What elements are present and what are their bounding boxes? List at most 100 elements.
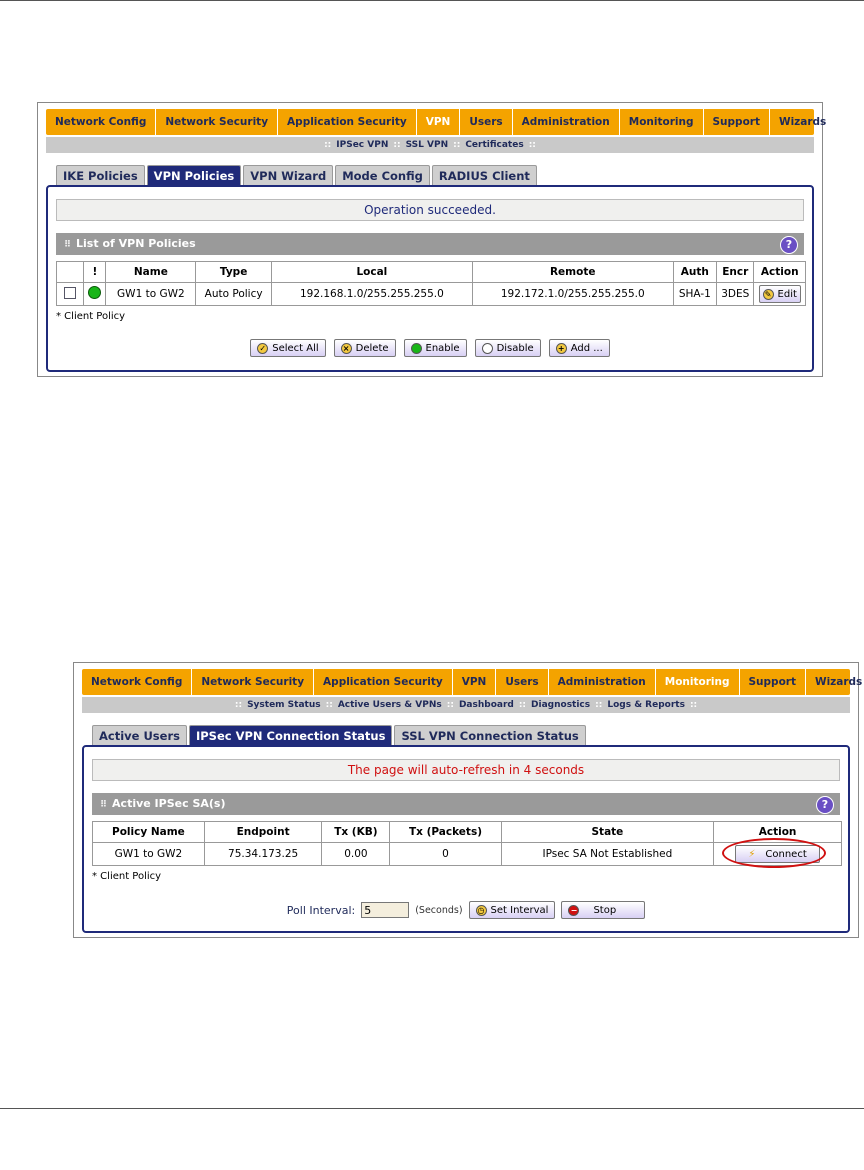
set-interval-label: Set Interval <box>490 904 549 916</box>
row-checkbox[interactable] <box>64 286 77 299</box>
delete-icon: × <box>340 342 352 354</box>
row-action-cell: ✎ Edit <box>753 282 806 306</box>
menu-network-config[interactable]: Network Config <box>46 109 157 135</box>
stop-icon: − <box>568 904 580 916</box>
menu-support[interactable]: Support <box>740 669 806 695</box>
col-status: ! <box>83 261 107 283</box>
col-local: Local <box>270 261 473 283</box>
menu-network-config[interactable]: Network Config <box>82 669 193 695</box>
menu-network-security[interactable]: Network Security <box>192 669 315 695</box>
auto-refresh-message: The page will auto-refresh in 4 seconds <box>92 759 840 781</box>
delete-label: Delete <box>355 342 389 354</box>
select-all-button[interactable]: ✓ Select All <box>250 339 326 357</box>
col-name: Name <box>105 261 197 283</box>
menu-application-security[interactable]: Application Security <box>314 669 453 695</box>
tab-bar: Active Users IPSec VPN Connection Status… <box>92 725 588 746</box>
enable-label: Enable <box>425 342 460 354</box>
set-interval-button[interactable]: ◷ Set Interval <box>468 901 556 919</box>
col-endpoint: Endpoint <box>203 821 323 843</box>
poll-interval-label: Poll Interval: <box>286 903 356 917</box>
menu-administration[interactable]: Administration <box>513 109 620 135</box>
edit-button-label: Edit <box>777 288 797 300</box>
submenu-ssl-vpn[interactable]: SSL VPN <box>406 140 449 150</box>
poll-interval-row: Poll Interval: 5 (Seconds) ◷ Set Interva… <box>84 901 848 919</box>
tab-radius-client[interactable]: RADIUS Client <box>431 165 537 186</box>
col-remote: Remote <box>471 261 674 283</box>
menu-wizards[interactable]: Wizards <box>770 109 835 135</box>
col-action: Action <box>753 261 806 283</box>
bottom-rule <box>0 1108 864 1109</box>
poll-interval-input[interactable]: 5 <box>361 902 410 918</box>
row-checkbox-cell <box>55 282 85 306</box>
edit-button[interactable]: ✎ Edit <box>758 285 801 303</box>
row-action-cell: ⚡ Connect <box>713 838 842 868</box>
menu-support[interactable]: Support <box>704 109 770 135</box>
seconds-unit-label: (Seconds) <box>415 904 463 916</box>
submenu-diagnostics[interactable]: Diagnostics <box>531 700 590 710</box>
client-policy-note: * Client Policy <box>56 311 126 322</box>
pencil-icon: ✎ <box>762 288 774 300</box>
menu-wizards[interactable]: Wizards <box>806 669 864 695</box>
submenu-active-users-vpns[interactable]: Active Users & VPNs <box>338 700 442 710</box>
status-message: Operation succeeded. <box>56 199 804 221</box>
col-auth: Auth <box>672 261 718 283</box>
submenu-dashboard[interactable]: Dashboard <box>459 700 514 710</box>
table-row: GW1 to GW2 75.34.173.25 0.00 0 IPsec SA … <box>92 838 842 868</box>
client-policy-note: * Client Policy <box>92 871 162 882</box>
main-menu: Network Config Network Security Applicat… <box>46 109 826 135</box>
table-header-row: ! Name Type Local Remote Auth Encr Actio… <box>55 261 806 283</box>
grip-icon: ⠿ <box>64 240 71 250</box>
menu-administration[interactable]: Administration <box>549 669 656 695</box>
row-status-cell <box>83 282 107 306</box>
check-icon: ✓ <box>257 342 269 354</box>
menu-users[interactable]: Users <box>460 109 513 135</box>
row-encr: 3DES <box>716 282 755 306</box>
clock-icon: ◷ <box>475 904 487 916</box>
stop-button[interactable]: − Stop <box>561 901 646 919</box>
row-remote: 192.172.1.0/255.255.255.0 <box>471 282 674 306</box>
menu-users[interactable]: Users <box>496 669 549 695</box>
vpn-policies-screenshot: Network Config Network Security Applicat… <box>37 102 826 377</box>
submenu-ipsec-vpn[interactable]: IPSec VPN <box>336 140 388 150</box>
enable-icon <box>410 342 422 354</box>
table-row: GW1 to GW2 Auto Policy 192.168.1.0/255.2… <box>55 282 806 306</box>
tab-mode-config[interactable]: Mode Config <box>335 165 430 186</box>
help-icon[interactable]: ? <box>816 796 834 814</box>
enabled-status-icon <box>88 286 102 299</box>
disable-icon <box>481 342 493 354</box>
submenu-system-status[interactable]: System Status <box>247 700 321 710</box>
col-select <box>55 261 85 283</box>
tab-ike-policies[interactable]: IKE Policies <box>56 165 145 186</box>
row-auth: SHA-1 <box>672 282 718 306</box>
disable-button[interactable]: Disable <box>474 339 541 357</box>
tab-vpn-wizard[interactable]: VPN Wizard <box>243 165 334 186</box>
section-title: Active IPSec SA(s) <box>112 797 226 810</box>
menu-vpn[interactable]: VPN <box>417 109 461 135</box>
add-icon: + <box>555 342 567 354</box>
submenu: :: System Status:: Active Users & VPNs::… <box>82 697 850 713</box>
row-tx-packets: 0 <box>389 842 502 866</box>
stop-label: Stop <box>593 904 617 916</box>
menu-monitoring[interactable]: Monitoring <box>620 109 704 135</box>
help-icon[interactable]: ? <box>780 236 798 254</box>
menu-vpn[interactable]: VPN <box>453 669 497 695</box>
action-buttons: ✓ Select All × Delete Enable Disable + A… <box>48 339 812 357</box>
add-button[interactable]: + Add ... <box>548 339 610 357</box>
table-header-row: Policy Name Endpoint Tx (KB) Tx (Packets… <box>92 821 842 843</box>
tab-ssl-vpn-connection-status[interactable]: SSL VPN Connection Status <box>394 725 586 746</box>
highlight-ellipse <box>722 838 827 868</box>
menu-application-security[interactable]: Application Security <box>278 109 417 135</box>
row-endpoint: 75.34.173.25 <box>203 842 323 866</box>
tab-vpn-policies[interactable]: VPN Policies <box>146 165 242 186</box>
tab-ipsec-vpn-connection-status[interactable]: IPSec VPN Connection Status <box>188 725 393 746</box>
tab-active-users[interactable]: Active Users <box>92 725 187 746</box>
submenu-certificates[interactable]: Certificates <box>465 140 523 150</box>
submenu-logs-reports[interactable]: Logs & Reports <box>607 700 685 710</box>
menu-network-security[interactable]: Network Security <box>156 109 279 135</box>
row-name: GW1 to GW2 <box>105 282 197 306</box>
menu-monitoring[interactable]: Monitoring <box>656 669 740 695</box>
enable-button[interactable]: Enable <box>403 339 467 357</box>
section-title: List of VPN Policies <box>76 237 196 250</box>
top-rule <box>0 0 864 1</box>
delete-button[interactable]: × Delete <box>333 339 396 357</box>
